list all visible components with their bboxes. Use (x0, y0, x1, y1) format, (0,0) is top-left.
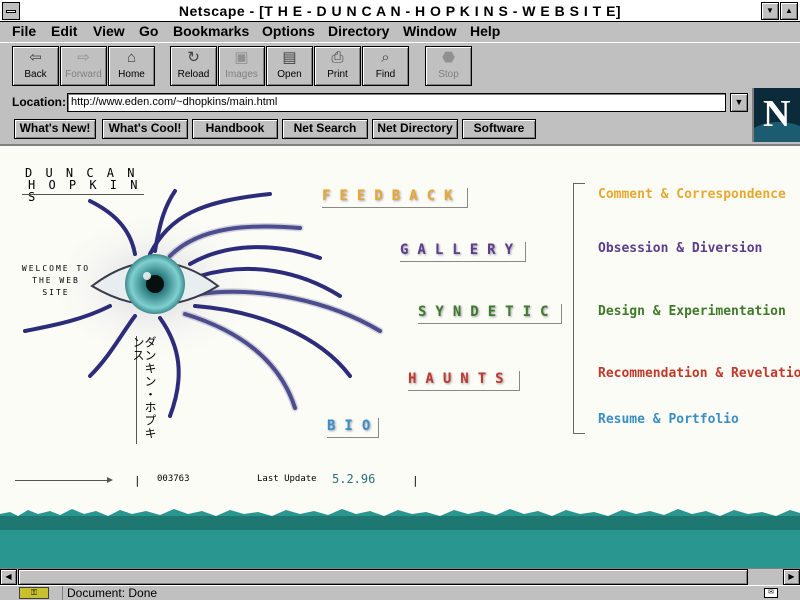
site-name-last: H O P K I N S (28, 178, 141, 204)
scroll-right-button[interactable]: ▶ (783, 569, 800, 585)
handbook-button[interactable]: Handbook (192, 119, 278, 139)
menu-go[interactable]: Go (139, 23, 158, 39)
title-bar: Netscape - [T H E - D U N C A N - H O P … (0, 0, 800, 22)
reload-button[interactable]: ↻ Reload (170, 46, 217, 86)
maximize-button[interactable]: ▲ (780, 2, 798, 20)
whats-cool-button[interactable]: What's Cool! (102, 119, 188, 139)
footer-divider: | (134, 474, 141, 487)
katakana-name: ダンキン・ホプキンス (131, 336, 157, 444)
nav-haunts-link[interactable]: HAUNTS (408, 371, 520, 391)
nav-syndetic-link[interactable]: SYNDETIC (418, 304, 562, 324)
images-button[interactable]: ▣ Images (218, 46, 265, 86)
nav-bio-link[interactable]: BIO (327, 418, 379, 438)
chevron-down-icon: ▼ (734, 97, 744, 107)
location-input[interactable]: http://www.eden.com/~dhopkins/main.html (67, 93, 726, 112)
arrow-right-icon: ▶ (788, 572, 795, 581)
menu-file[interactable]: File (12, 23, 36, 39)
visit-counter: 003763 (157, 474, 190, 484)
welcome-text: WELCOME TO THE WEB SITE (21, 264, 91, 297)
reload-icon: ↻ (187, 49, 200, 66)
netscape-logo[interactable]: N (752, 88, 800, 142)
menu-directory[interactable]: Directory (328, 23, 389, 39)
menu-bar: File Edit View Go Bookmarks Options Dire… (0, 22, 800, 42)
open-button[interactable]: ▤ Open (266, 46, 313, 86)
home-icon: ⌂ (126, 49, 137, 66)
whats-new-button[interactable]: What's New! (14, 119, 96, 139)
forward-button[interactable]: ⇨ Forward (60, 46, 107, 86)
toolbar: ⇦ Back ⇨ Forward ⌂ Home ↻ Reload ▣ Images ▤ Op… (0, 42, 800, 88)
scroll-thumb[interactable] (18, 569, 748, 585)
netscape-logo-letter: N (763, 93, 791, 135)
find-binoculars-icon: ⌕ (381, 49, 390, 66)
back-arrow-icon: ⇦ (29, 49, 42, 66)
print-button[interactable]: ⎙ Print (314, 46, 361, 86)
menu-options[interactable]: Options (262, 23, 315, 39)
back-button[interactable]: ⇦ Back (12, 46, 59, 86)
page-content: D U N C A N H O P K I N S WELCOME TO THE… (0, 146, 800, 568)
status-text: Document: Done (62, 586, 752, 600)
grass-band (0, 509, 800, 568)
descriptions-bracket (573, 183, 585, 434)
menu-bookmarks[interactable]: Bookmarks (173, 23, 249, 39)
footer-divider-end: | (412, 474, 419, 487)
location-label: Location: (12, 95, 66, 109)
stop-button[interactable]: ⬣ Stop (425, 46, 472, 86)
mail-icon[interactable]: ✉ (764, 588, 778, 598)
minimize-button[interactable]: ▼ (761, 2, 779, 20)
net-search-button[interactable]: Net Search (282, 119, 368, 139)
site-name-block: D U N C A N H O P K I N S (25, 167, 145, 203)
footer-arrow (15, 477, 113, 483)
arrow-left-icon: ◀ (5, 572, 12, 581)
home-button[interactable]: ⌂ Home (108, 46, 155, 86)
scroll-left-button[interactable]: ◀ (0, 569, 17, 585)
desc-gallery[interactable]: Obsession & Diversion (598, 241, 762, 256)
desc-haunts[interactable]: Recommendation & Revelation (598, 366, 800, 381)
open-icon: ▤ (282, 49, 297, 66)
last-update-value: 5.2.96 (332, 472, 376, 486)
menu-window[interactable]: Window (403, 23, 457, 39)
stop-icon: ⬣ (441, 49, 456, 66)
directory-buttons-bar: What's New! What's Cool! Handbook Net Se… (0, 116, 750, 142)
net-directory-button[interactable]: Net Directory (372, 119, 458, 139)
images-icon: ▣ (234, 49, 249, 66)
menu-help[interactable]: Help (470, 23, 500, 39)
name-underline (22, 194, 144, 195)
menu-view[interactable]: View (93, 23, 125, 39)
last-update-label: Last Update (257, 474, 317, 484)
horizontal-scrollbar[interactable]: ◀ ▶ (0, 568, 800, 585)
desc-syndetic[interactable]: Design & Experimentation (598, 304, 786, 319)
nav-feedback-link[interactable]: FEEDBACK (322, 188, 468, 208)
software-button[interactable]: Software (462, 119, 536, 139)
find-button[interactable]: ⌕ Find (362, 46, 409, 86)
status-bar: ⚿ Document: Done ✉ (0, 585, 800, 600)
menu-edit[interactable]: Edit (51, 23, 77, 39)
desc-bio[interactable]: Resume & Portfolio (598, 412, 739, 427)
nav-gallery-link[interactable]: GALLERY (400, 242, 526, 262)
window-title: Netscape - [T H E - D U N C A N - H O P … (178, 3, 622, 19)
security-key-icon: ⚿ (19, 587, 49, 599)
forward-arrow-icon: ⇨ (77, 49, 90, 66)
location-bar: Location: http://www.eden.com/~dhopkins/… (0, 88, 750, 116)
location-dropdown-button[interactable]: ▼ (730, 93, 748, 112)
print-icon: ⎙ (331, 49, 344, 66)
desc-feedback[interactable]: Comment & Correspondence (598, 187, 786, 202)
